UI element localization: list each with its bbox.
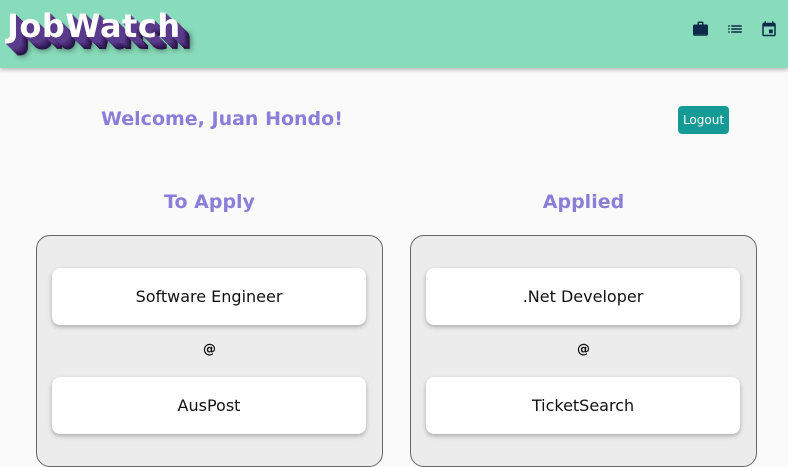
logout-button[interactable]: Logout — [678, 106, 729, 134]
briefcase-icon[interactable] — [691, 20, 710, 38]
welcome-message: Welcome, Juan Hondo! — [101, 108, 343, 130]
column-title-to-apply: To Apply — [164, 191, 255, 213]
company-card[interactable]: AusPost — [52, 377, 366, 434]
at-separator: @ — [577, 342, 590, 357]
app-logo[interactable]: JobWatch — [7, 7, 181, 45]
at-separator: @ — [203, 342, 216, 357]
to-apply-panel: Software Engineer @ AusPost — [36, 235, 383, 467]
top-app-bar: JobWatch — [0, 0, 788, 68]
job-title-card[interactable]: Software Engineer — [52, 268, 366, 325]
column-title-applied: Applied — [542, 191, 625, 213]
company-card[interactable]: TicketSearch — [426, 377, 740, 434]
applied-panel: .Net Developer @ TicketSearch — [410, 235, 757, 467]
list-icon[interactable] — [726, 20, 744, 38]
job-title-card[interactable]: .Net Developer — [426, 268, 740, 325]
calendar-icon[interactable] — [760, 20, 778, 39]
